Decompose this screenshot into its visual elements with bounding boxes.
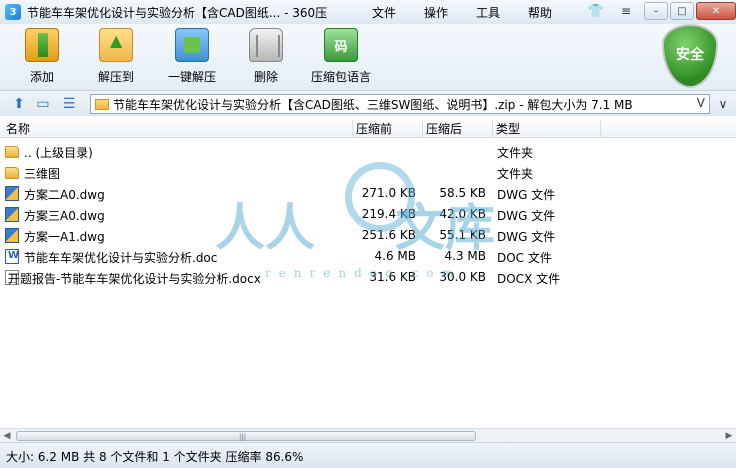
security-shield-button[interactable]: 安全 (662, 24, 718, 88)
file-packed: 42.0 KB (439, 207, 486, 221)
scroll-right-icon[interactable]: ▶ (722, 429, 736, 443)
file-size: 4.6 MB (374, 249, 416, 263)
status-bar: 大小: 6.2 MB 共 8 个文件和 1 个文件夹 压缩率 86.6% (0, 442, 736, 468)
word-doc-icon (5, 249, 19, 264)
column-header: 名称 压缩前 压缩后 类型 (0, 117, 736, 140)
view-details-icon[interactable]: ▭ (34, 95, 52, 113)
folder-icon (5, 167, 19, 179)
codepage-label: 压缩包语言 (310, 70, 371, 84)
file-size: 271.0 KB (361, 186, 416, 200)
column-name[interactable]: 名称 (6, 120, 30, 137)
list-item[interactable]: .. (上级目录) 文件夹 (0, 141, 736, 162)
file-type: DOCX 文件 (497, 272, 561, 286)
list-item[interactable]: 方案三A0.dwg 219.4 KB 42.0 KB DWG 文件 (0, 204, 736, 225)
column-divider[interactable] (352, 120, 353, 140)
file-packed: 30.0 KB (439, 270, 486, 284)
folder-icon (95, 98, 109, 110)
one-click-extract-button[interactable]: 一键解压 (164, 28, 220, 88)
file-packed: 4.3 MB (444, 249, 486, 263)
menu-help[interactable]: 帮助 (528, 4, 552, 21)
close-button[interactable]: ✕ (696, 2, 736, 20)
title-bar: 3 节能车车架优化设计与实验分析【含CAD图纸... - 360压缩 文件 操作… (0, 0, 736, 24)
codepage-button[interactable]: 码 压缩包语言 (310, 28, 372, 88)
app-logo-icon: 3 (5, 4, 21, 20)
folder-icon (5, 146, 19, 158)
extract-to-button[interactable]: 解压到 (94, 28, 138, 88)
security-label: 安全 (676, 47, 704, 63)
add-button-label: 添加 (29, 70, 54, 84)
column-packed[interactable]: 压缩后 (426, 120, 462, 137)
one-click-extract-label: 一键解压 (167, 70, 216, 84)
up-arrow-icon[interactable]: ⬆ (10, 95, 28, 113)
file-name: 方案二A0.dwg (24, 188, 105, 202)
file-name: 节能车车架优化设计与实验分析.doc (24, 251, 218, 265)
delete-label: 删除 (253, 70, 278, 84)
add-button[interactable]: 添加 (22, 28, 62, 88)
file-type: 文件夹 (497, 146, 534, 160)
file-size: 31.6 KB (369, 270, 416, 284)
list-item[interactable]: 开题报告-节能车车架优化设计与实验分析.docx 31.6 KB 30.0 KB… (0, 267, 736, 288)
delete-trash-icon (249, 28, 283, 62)
column-divider[interactable] (422, 120, 423, 140)
column-divider[interactable] (492, 120, 493, 140)
file-type: DWG 文件 (497, 230, 556, 244)
file-name: 三维图 (24, 167, 61, 181)
list-item[interactable]: 三维图 文件夹 (0, 162, 736, 183)
column-size[interactable]: 压缩前 (356, 120, 392, 137)
dwg-file-icon (5, 186, 19, 201)
scroll-thumb[interactable]: ||| (16, 431, 476, 441)
list-item[interactable]: 节能车车架优化设计与实验分析.doc 4.6 MB 4.3 MB DOC 文件 (0, 246, 736, 267)
horizontal-scrollbar[interactable]: ◀ ||| ▶ (0, 428, 736, 442)
file-type: DWG 文件 (497, 188, 556, 202)
maximize-button[interactable]: □ (670, 2, 694, 20)
extract-to-label: 解压到 (97, 70, 134, 84)
column-divider[interactable] (600, 120, 601, 140)
one-click-extract-icon (175, 28, 209, 62)
menu-file[interactable]: 文件 (372, 4, 396, 21)
path-field[interactable]: 节能车车架优化设计与实验分析【含CAD图纸、三维SW图纸、说明书】.zip - … (90, 94, 710, 114)
extract-to-icon (99, 28, 133, 62)
menu-operation[interactable]: 操作 (424, 4, 448, 21)
status-text: 大小: 6.2 MB 共 8 个文件和 1 个文件夹 压缩率 86.6% (6, 450, 304, 464)
grip-icon: ||| (239, 433, 247, 441)
file-list: .. (上级目录) 文件夹 三维图 文件夹 方案二A0.dwg 271.0 KB… (0, 138, 736, 428)
list-item[interactable]: 方案一A1.dwg 251.6 KB 55.1 KB DWG 文件 (0, 225, 736, 246)
list-item[interactable]: 方案二A0.dwg 271.0 KB 58.5 KB DWG 文件 (0, 183, 736, 204)
file-size: 219.4 KB (361, 207, 416, 221)
skin-shirt-icon[interactable]: 👕 (584, 2, 608, 20)
file-packed: 58.5 KB (439, 186, 486, 200)
file-type: DOC 文件 (497, 251, 552, 265)
file-size: 251.6 KB (361, 228, 416, 242)
menu-lines-icon[interactable]: ≡ (614, 2, 638, 20)
dwg-file-icon (5, 228, 19, 243)
file-name: 方案一A1.dwg (24, 230, 105, 244)
column-type[interactable]: 类型 (496, 120, 520, 137)
path-expand-button[interactable]: ∨ (714, 95, 732, 113)
scroll-left-icon[interactable]: ◀ (0, 429, 14, 443)
path-text: 节能车车架优化设计与实验分析【含CAD图纸、三维SW图纸、说明书】.zip - … (113, 97, 633, 112)
file-packed: 55.1 KB (439, 228, 486, 242)
dwg-file-icon (5, 207, 19, 222)
view-list-icon[interactable]: ☰ (60, 95, 78, 113)
menu-tools[interactable]: 工具 (476, 4, 500, 21)
toolbar: 添加 解压到 一键解压 删除 码 压缩包语言 (0, 24, 736, 90)
path-dropdown-button[interactable]: V (697, 96, 705, 110)
file-name: .. (上级目录) (24, 146, 93, 160)
add-archive-icon (25, 28, 59, 62)
file-name: 开题报告-节能车车架优化设计与实验分析.docx (8, 272, 261, 286)
minimize-button[interactable]: – (644, 2, 668, 20)
file-type: 文件夹 (497, 167, 534, 181)
codepage-icon: 码 (324, 28, 358, 62)
window-title: 节能车车架优化设计与实验分析【含CAD图纸... - 360压缩 (27, 5, 327, 20)
address-bar: ⬆ ▭ ☰ 节能车车架优化设计与实验分析【含CAD图纸、三维SW图纸、说明书】.… (0, 90, 736, 116)
file-type: DWG 文件 (497, 209, 556, 223)
file-name: 方案三A0.dwg (24, 209, 105, 223)
delete-button[interactable]: 删除 (246, 28, 286, 88)
